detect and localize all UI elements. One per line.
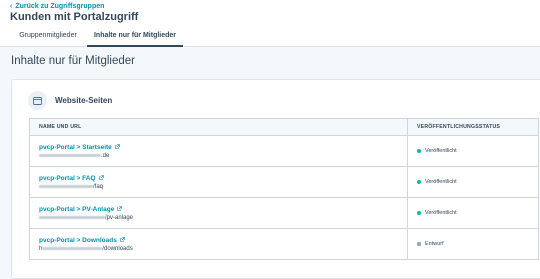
name-url-cell: pvcp-Portal > Downloads h /downloads — [29, 228, 408, 260]
table-row: pvcp-Portal > FAQ /faq Veröffentlicht — [29, 166, 539, 198]
table-row: pvcp-Portal > Downloads h /downloads Ent… — [29, 228, 539, 260]
external-link-icon — [120, 236, 125, 244]
card-header: Website-Seiten — [28, 91, 112, 110]
column-header-status[interactable]: VERÖFFENTLICHUNGSSTATUS — [407, 118, 539, 136]
page-title: Kunden mit Portalzugriff — [10, 11, 139, 23]
table-row: pvcp-Portal > PV-Anlage /pv-anlage Veröf… — [29, 197, 539, 229]
redacted-url-part — [39, 185, 93, 188]
status-dot-icon — [417, 211, 421, 215]
page-link[interactable]: pvcp-Portal > FAQ — [39, 175, 398, 182]
page-url: /faq — [39, 184, 398, 190]
page-name: pvcp-Portal > PV-Anlage — [39, 205, 115, 213]
back-link-label: Zurück zu Zugriffsgruppen — [15, 3, 105, 10]
page-link[interactable]: pvcp-Portal > PV-Anlage — [39, 206, 398, 213]
status-badge: Entwurf — [417, 241, 529, 247]
page-url: h /downloads — [39, 246, 398, 252]
status-dot-icon — [417, 149, 421, 153]
page-name: pvcp-Portal > Downloads — [39, 236, 117, 244]
page-link[interactable]: pvcp-Portal > Startseite — [39, 144, 398, 151]
url-suffix: .de — [101, 152, 110, 159]
chevron-left-icon: ‹ — [10, 3, 13, 10]
column-header-name-url[interactable]: NAME UND URL — [29, 118, 408, 136]
status-dot-icon — [417, 180, 421, 184]
external-link-icon — [114, 143, 120, 151]
page-name: pvcp-Portal > FAQ — [39, 174, 96, 182]
status-dot-icon — [417, 242, 421, 246]
status-label: Veröffentlicht — [425, 179, 457, 185]
url-suffix: /downloads — [102, 245, 133, 252]
tab-group-members[interactable]: Gruppenmitglieder — [14, 30, 82, 47]
status-cell: Veröffentlicht — [407, 135, 539, 167]
status-label: Veröffentlicht — [425, 210, 457, 216]
page-name: pvcp-Portal > Startseite — [39, 143, 112, 151]
table-row: pvcp-Portal > Startseite .de Veröffentli… — [29, 135, 539, 167]
back-to-access-groups-link[interactable]: ‹ Zurück zu Zugriffsgruppen — [10, 3, 104, 10]
status-badge: Veröffentlicht — [417, 179, 529, 185]
section-title: Inhalte nur für Mitglieder — [11, 55, 136, 67]
page-url: /pv-anlage — [39, 215, 398, 221]
status-label: Veröffentlicht — [425, 148, 457, 154]
status-badge: Veröffentlicht — [417, 210, 529, 216]
redacted-url-part — [39, 154, 101, 157]
status-label: Entwurf — [425, 241, 444, 247]
status-cell: Veröffentlicht — [407, 166, 539, 198]
page-url: .de — [39, 153, 398, 159]
tab-bar: Gruppenmitglieder Inhalte nur für Mitgli… — [0, 30, 540, 47]
status-badge: Veröffentlicht — [417, 148, 529, 154]
name-url-cell: pvcp-Portal > Startseite .de — [29, 135, 408, 167]
redacted-url-part — [39, 216, 105, 219]
external-link-icon — [117, 205, 123, 213]
page-link[interactable]: pvcp-Portal > Downloads — [39, 237, 398, 244]
status-cell: Entwurf — [407, 228, 539, 260]
tab-members-only-content[interactable]: Inhalte nur für Mitglieder — [87, 30, 183, 47]
name-url-cell: pvcp-Portal > PV-Anlage /pv-anlage — [29, 197, 408, 229]
browser-window-icon — [28, 91, 47, 110]
card-title: Website-Seiten — [55, 96, 113, 105]
external-link-icon — [98, 174, 104, 182]
table-header-row: NAME UND URL VERÖFFENTLICHUNGSSTATUS — [29, 118, 539, 136]
name-url-cell: pvcp-Portal > FAQ /faq — [29, 166, 408, 198]
page-header: ‹ Zurück zu Zugriffsgruppen Kunden mit P… — [0, 0, 540, 47]
pages-table: NAME UND URL VERÖFFENTLICHUNGSSTATUS pvc… — [29, 118, 539, 260]
website-pages-card: Website-Seiten NAME UND URL VERÖFFENTLIC… — [11, 79, 540, 279]
url-suffix: /pv-anlage — [105, 214, 134, 221]
redacted-url-part — [42, 247, 103, 250]
status-cell: Veröffentlicht — [407, 197, 539, 229]
url-suffix: /faq — [93, 183, 104, 190]
